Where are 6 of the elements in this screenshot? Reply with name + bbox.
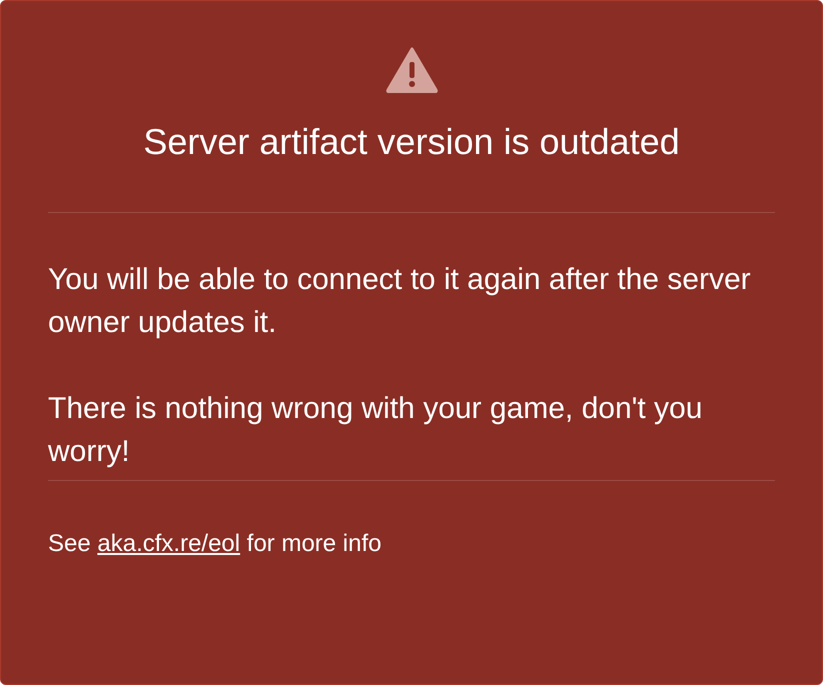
message-text: You will be able to connect to it again after the server owner updates it. bbox=[48, 262, 752, 341]
dialog-title: Server artifact version is outdated bbox=[142, 120, 681, 164]
info-link[interactable]: aka.cfx.re/eol bbox=[97, 530, 240, 557]
warning-icon bbox=[386, 47, 438, 93]
footer-text: See aka.cfx.re/eol for more info bbox=[48, 530, 382, 557]
message-text: There is nothing wrong with your game, don't you worry! bbox=[48, 391, 704, 470]
